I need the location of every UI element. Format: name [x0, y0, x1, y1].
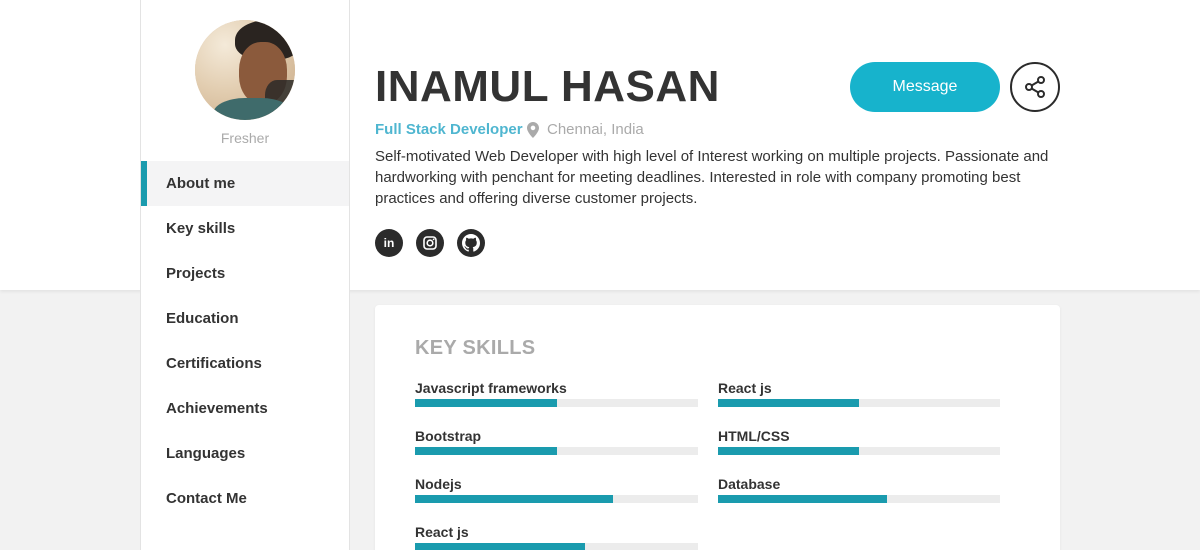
skill-bar — [415, 543, 698, 550]
skill-item: React js — [415, 524, 698, 550]
instagram-glyph — [423, 236, 437, 250]
profile-location: Chennai, India — [527, 121, 644, 138]
skill-bar-fill — [718, 447, 859, 455]
profile-role: Full Stack Developer — [375, 121, 523, 138]
profile-bio: Self-motivated Web Developer with high l… — [375, 148, 1049, 207]
status-label: Fresher — [220, 130, 270, 146]
location-text: Chennai, India — [547, 121, 644, 138]
skill-name: Database — [718, 476, 781, 492]
share-icon — [1025, 76, 1045, 98]
skill-item: React js — [718, 380, 1000, 428]
sidebar-item-contact-me[interactable]: Contact Me — [141, 476, 349, 521]
skill-bar — [415, 399, 698, 407]
skill-bar — [415, 447, 698, 455]
skill-item: Bootstrap — [415, 428, 698, 476]
location-pin-icon — [527, 121, 539, 138]
sidebar-item-certifications[interactable]: Certifications — [141, 341, 349, 386]
social-links: in — [375, 229, 485, 257]
skill-bar — [718, 447, 1000, 455]
sidebar-item-about-me[interactable]: About me — [141, 161, 349, 206]
linkedin-icon[interactable]: in — [375, 229, 403, 257]
profile-header: INAMUL HASAN Full Stack Developer Chenna… — [375, 0, 1065, 290]
skill-bar-fill — [415, 447, 557, 455]
sidebar-item-education[interactable]: Education — [141, 296, 349, 341]
skill-name: Bootstrap — [415, 428, 482, 444]
key-skills-card: KEY SKILLS Javascript frameworks React j… — [375, 305, 1060, 550]
skill-bar-fill — [415, 495, 614, 503]
github-icon[interactable] — [457, 229, 485, 257]
skills-grid: Javascript frameworks React js Bootstrap… — [415, 380, 1000, 550]
linkedin-glyph: in — [383, 236, 395, 250]
skill-name: Nodejs — [415, 476, 462, 492]
skill-item: Nodejs — [415, 476, 698, 524]
skill-bar-fill — [718, 399, 859, 407]
sidebar-item-languages[interactable]: Languages — [141, 431, 349, 476]
key-skills-title: KEY SKILLS — [415, 337, 536, 359]
skill-bar — [718, 495, 1000, 503]
skill-item: HTML/CSS — [718, 428, 1000, 476]
sidebar-item-projects[interactable]: Projects — [141, 251, 349, 296]
sidebar-item-key-skills[interactable]: Key skills — [141, 206, 349, 251]
sidebar-nav: About me Key skills Projects Education C… — [141, 161, 349, 521]
github-glyph — [462, 234, 480, 252]
skill-name: HTML/CSS — [718, 428, 790, 444]
skill-bar-fill — [415, 399, 557, 407]
sidebar-item-achievements[interactable]: Achievements — [141, 386, 349, 431]
share-button[interactable] — [1010, 62, 1060, 112]
instagram-icon[interactable] — [416, 229, 444, 257]
skill-bar — [718, 399, 1000, 407]
skill-name: Javascript frameworks — [415, 380, 567, 396]
skill-bar — [415, 495, 698, 503]
skill-bar-fill — [415, 543, 585, 550]
avatar — [195, 20, 295, 120]
skill-name: React js — [718, 380, 772, 396]
skill-bar-fill — [718, 495, 888, 503]
skill-item: Javascript frameworks — [415, 380, 698, 428]
message-button[interactable]: Message — [850, 62, 1000, 112]
skill-name: React js — [415, 524, 469, 540]
sidebar: Fresher About me Key skills Projects Edu… — [140, 0, 350, 550]
profile-name: INAMUL HASAN — [375, 62, 720, 111]
skill-item: Database — [718, 476, 1000, 524]
